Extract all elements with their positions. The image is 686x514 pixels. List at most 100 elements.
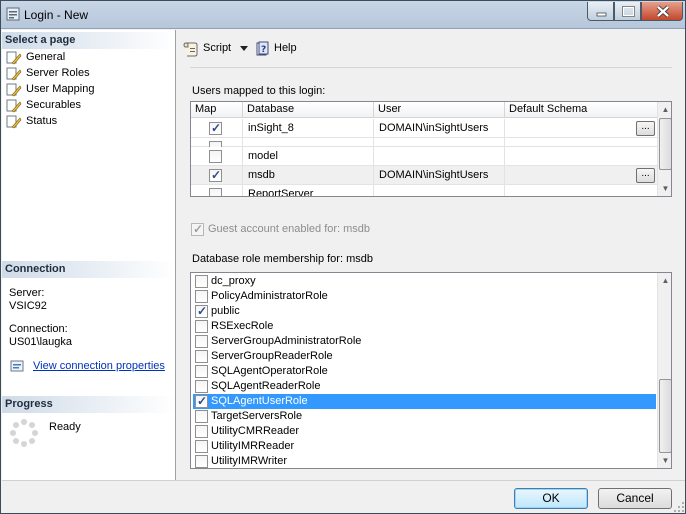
view-connection-properties-link[interactable]: View connection properties <box>33 360 165 372</box>
schema-cell[interactable] <box>505 185 658 196</box>
list-item[interactable]: PolicyAdministratorRole <box>193 289 656 304</box>
maximize-button[interactable] <box>614 2 641 21</box>
list-item[interactable]: dc_proxy <box>193 274 656 289</box>
progress-spinner-icon <box>10 419 38 447</box>
role-name: UtilityIMRWriter <box>211 455 287 467</box>
list-item[interactable]: ServerGroupReaderRole <box>193 349 656 364</box>
user-cell[interactable]: DOMAIN\inSightUsers <box>374 166 505 185</box>
scroll-thumb[interactable] <box>659 379 671 453</box>
role-checkbox[interactable] <box>195 335 208 348</box>
close-button[interactable] <box>641 2 683 21</box>
chevron-down-icon[interactable] <box>240 46 249 52</box>
script-button[interactable]: Script <box>183 41 249 57</box>
resize-grip-icon[interactable] <box>673 501 685 513</box>
list-item-selected[interactable]: SQLAgentUserRole <box>193 394 656 409</box>
select-page-heading: Select a page <box>2 32 175 49</box>
role-checkbox[interactable] <box>195 275 208 288</box>
browse-schema-button[interactable]: ... <box>636 121 655 136</box>
scroll-thumb[interactable] <box>659 118 671 170</box>
progress-status: Ready <box>49 421 81 433</box>
schema-cell[interactable]: ... <box>505 119 658 138</box>
footer-divider <box>2 480 685 481</box>
database-cell: ReportServer <box>243 185 374 196</box>
roles-scrollbar[interactable]: ▲ ▼ <box>657 273 671 468</box>
role-name: RSExecRole <box>211 320 274 332</box>
list-item[interactable]: SQLAgentReaderRole <box>193 379 656 394</box>
list-item[interactable]: ServerGroupAdministratorRole <box>193 334 656 349</box>
role-name: UtilityCMRReader <box>211 425 300 437</box>
minimize-button[interactable] <box>587 2 614 21</box>
schema-cell[interactable]: ... <box>505 166 658 185</box>
help-button[interactable]: ? Help <box>255 41 299 57</box>
table-row[interactable]: inSight_8 DOMAIN\inSightUsers ... <box>191 119 658 138</box>
title-bar[interactable]: Login - New <box>1 1 685 29</box>
cancel-button[interactable]: Cancel <box>598 488 672 509</box>
role-checkbox[interactable] <box>195 304 208 318</box>
map-cell <box>191 166 243 185</box>
page-icon <box>6 83 22 97</box>
role-checkbox[interactable] <box>195 365 208 378</box>
role-checkbox[interactable] <box>195 380 208 393</box>
schema-cell[interactable] <box>505 138 658 147</box>
scroll-down-icon[interactable]: ▼ <box>658 181 671 196</box>
list-item[interactable]: SQLAgentOperatorRole <box>193 364 656 379</box>
page-status-label: Status <box>26 115 58 127</box>
table-row[interactable]: msdb DOMAIN\inSightUsers ... <box>191 166 658 185</box>
map-checkbox[interactable] <box>209 168 222 182</box>
table-row[interactable] <box>191 138 658 147</box>
users-mapped-label: Users mapped to this login: <box>192 85 326 97</box>
column-header-database[interactable]: Database <box>243 102 374 118</box>
schema-cell[interactable] <box>505 147 658 166</box>
database-cell <box>243 138 374 147</box>
table-row[interactable]: ReportServer <box>191 185 658 196</box>
scroll-up-icon[interactable]: ▲ <box>658 102 671 117</box>
map-checkbox[interactable] <box>209 150 222 163</box>
scroll-up-icon[interactable]: ▲ <box>658 273 671 288</box>
role-name: TargetServersRole <box>211 410 303 422</box>
role-name: public <box>211 305 240 317</box>
list-item[interactable]: UtilityCMRReader <box>193 424 656 439</box>
user-cell[interactable] <box>374 138 505 147</box>
list-item[interactable]: public <box>193 304 656 319</box>
role-name: PolicyAdministratorRole <box>211 290 328 302</box>
list-item[interactable]: RSExecRole <box>193 319 656 334</box>
help-label: Help <box>274 42 297 54</box>
map-cell <box>191 138 243 147</box>
browse-schema-button[interactable]: ... <box>636 168 655 183</box>
table-row[interactable]: model <box>191 147 658 166</box>
column-header-default-schema[interactable]: Default Schema <box>505 102 658 118</box>
guest-checkbox[interactable] <box>191 222 204 236</box>
user-cell[interactable]: DOMAIN\inSightUsers <box>374 119 505 138</box>
maximize-icon <box>622 6 635 17</box>
properties-icon <box>10 360 24 372</box>
scroll-down-icon[interactable]: ▼ <box>658 453 671 468</box>
role-checkbox[interactable] <box>195 440 208 453</box>
toolbar-divider <box>190 67 672 68</box>
role-checkbox[interactable] <box>195 290 208 303</box>
user-cell[interactable] <box>374 147 505 166</box>
role-checkbox[interactable] <box>195 350 208 363</box>
list-item[interactable]: UtilityIMRWriter <box>193 454 656 468</box>
map-checkbox[interactable] <box>209 188 222 196</box>
role-checkbox[interactable] <box>195 425 208 438</box>
page-securables-label: Securables <box>26 99 82 111</box>
close-icon <box>656 5 670 18</box>
user-mapping-grid[interactable]: Map Database User Default Schema inSight… <box>190 101 672 197</box>
ok-button[interactable]: OK <box>514 488 588 509</box>
user-cell[interactable] <box>374 185 505 196</box>
mapping-scrollbar[interactable]: ▲ ▼ <box>657 102 671 196</box>
column-header-map[interactable]: Map <box>191 102 243 118</box>
column-header-user[interactable]: User <box>374 102 505 118</box>
role-name: ServerGroupReaderRole <box>211 350 333 362</box>
role-checkbox[interactable] <box>195 394 208 408</box>
page-user-mapping-label: User Mapping <box>26 83 95 95</box>
script-label: Script <box>203 42 232 54</box>
role-checkbox[interactable] <box>195 410 208 423</box>
role-membership-list[interactable]: dc_proxy PolicyAdministratorRole public … <box>190 272 672 469</box>
list-item[interactable]: UtilityIMRReader <box>193 439 656 454</box>
list-item[interactable]: TargetServersRole <box>193 409 656 424</box>
map-checkbox[interactable] <box>209 121 222 135</box>
login-dialog: Login - New Select a page General Server… <box>0 0 686 514</box>
role-checkbox[interactable] <box>195 455 208 468</box>
role-checkbox[interactable] <box>195 320 208 333</box>
